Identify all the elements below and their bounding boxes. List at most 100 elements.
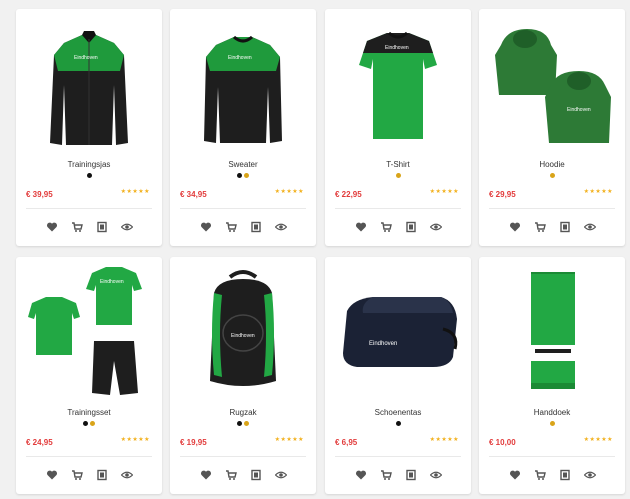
product-card[interactable]: Eindhoven Hoodie € 29,95 ★★★★★ (479, 9, 625, 246)
product-card[interactable]: Eindhoven Sweater € 34,95 ★★★★★ (170, 9, 316, 246)
quick-view-button[interactable] (274, 221, 287, 233)
heart-icon (46, 222, 57, 232)
product-actions (325, 469, 471, 481)
color-swatch[interactable] (86, 173, 92, 178)
cart-icon (71, 222, 83, 232)
product-card[interactable]: Handdoek € 10,00 ★★★★★ (479, 257, 625, 494)
color-options (16, 173, 162, 178)
product-name[interactable]: Hoodie (479, 160, 625, 169)
product-grid: Eindhoven Trainingsjas € 39,95 ★★★★★ Ein… (0, 0, 630, 499)
quick-view-button[interactable] (583, 221, 596, 233)
quick-view-button[interactable] (274, 469, 287, 481)
svg-text:Eindhoven: Eindhoven (74, 55, 98, 61)
divider (335, 208, 461, 209)
color-swatch[interactable] (549, 173, 555, 178)
eye-icon (429, 471, 442, 479)
compare-button[interactable] (558, 221, 571, 233)
compare-button[interactable] (558, 469, 571, 481)
color-swatch[interactable] (244, 421, 249, 426)
product-card[interactable]: Eindhoven T-Shirt € 22,95 ★★★★★ (325, 9, 471, 246)
wishlist-button[interactable] (354, 469, 367, 481)
product-card[interactable]: Eindhoven Trainingsjas € 39,95 ★★★★★ (16, 9, 162, 246)
wishlist-button[interactable] (45, 469, 58, 481)
svg-text:Eindhoven: Eindhoven (385, 45, 409, 51)
product-image-towel[interactable] (487, 263, 617, 403)
product-name[interactable]: Sweater (170, 160, 316, 169)
wishlist-button[interactable] (45, 221, 58, 233)
quick-view-button[interactable] (120, 469, 133, 481)
product-card[interactable]: Eindhoven Trainingsset € 24,95 ★★★★★ (16, 257, 162, 494)
quick-view-button[interactable] (120, 221, 133, 233)
color-swatch[interactable] (549, 421, 555, 426)
product-image-tshirt[interactable]: Eindhoven (333, 15, 463, 155)
compare-button[interactable] (95, 221, 108, 233)
product-name[interactable]: Rugzak (170, 408, 316, 417)
product-image-sweater[interactable]: Eindhoven (178, 15, 308, 155)
rating-stars: ★★★★★ (120, 437, 150, 443)
cart-icon (380, 222, 392, 232)
add-to-cart-button[interactable] (224, 221, 237, 233)
product-card[interactable]: Eindhoven Schoenentas € 6,95 ★★★★★ (325, 257, 471, 494)
add-to-cart-button[interactable] (533, 221, 546, 233)
add-to-cart-button[interactable] (224, 469, 237, 481)
color-swatch[interactable] (90, 421, 95, 426)
product-actions (170, 221, 316, 233)
color-swatch[interactable] (244, 173, 249, 178)
eye-icon (274, 471, 287, 479)
product-price: € 34,95 (180, 190, 207, 199)
product-name[interactable]: Schoenentas (325, 408, 471, 417)
color-swatch[interactable] (237, 173, 242, 178)
divider (180, 456, 306, 457)
quick-view-button[interactable] (429, 469, 442, 481)
quick-view-button[interactable] (429, 221, 442, 233)
add-to-cart-button[interactable] (379, 469, 392, 481)
compare-button[interactable] (404, 469, 417, 481)
compare-button[interactable] (404, 221, 417, 233)
heart-icon (355, 470, 366, 480)
compare-icon (559, 221, 570, 233)
product-price: € 6,95 (335, 438, 358, 447)
product-name[interactable]: Trainingsjas (16, 160, 162, 169)
product-price: € 29,95 (489, 190, 516, 199)
product-name[interactable]: Handdoek (479, 408, 625, 417)
product-card[interactable]: Eindhoven Rugzak € 19,95 ★★★★★ (170, 257, 316, 494)
cart-icon (380, 470, 392, 480)
svg-text:Eindhoven: Eindhoven (369, 341, 397, 347)
product-image-training-set[interactable]: Eindhoven (24, 263, 154, 403)
heart-icon (46, 470, 57, 480)
product-image-track-jacket[interactable]: Eindhoven (24, 15, 154, 155)
color-options (325, 421, 471, 426)
color-swatch[interactable] (237, 421, 242, 426)
product-image-shoe-bag[interactable]: Eindhoven (333, 263, 463, 403)
color-swatch[interactable] (395, 421, 401, 426)
color-swatch[interactable] (395, 173, 401, 178)
rating-stars: ★★★★★ (583, 189, 613, 195)
add-to-cart-button[interactable] (379, 221, 392, 233)
rating-stars: ★★★★★ (274, 189, 304, 195)
divider (335, 456, 461, 457)
add-to-cart-button[interactable] (70, 469, 83, 481)
compare-button[interactable] (249, 469, 262, 481)
add-to-cart-button[interactable] (533, 469, 546, 481)
wishlist-button[interactable] (354, 221, 367, 233)
wishlist-button[interactable] (199, 469, 212, 481)
divider (489, 456, 615, 457)
product-actions (16, 221, 162, 233)
add-to-cart-button[interactable] (70, 221, 83, 233)
eye-icon (583, 223, 596, 231)
product-name[interactable]: T-Shirt (325, 160, 471, 169)
compare-button[interactable] (249, 221, 262, 233)
quick-view-button[interactable] (583, 469, 596, 481)
svg-text:Eindhoven: Eindhoven (228, 55, 252, 61)
color-swatch[interactable] (83, 421, 88, 426)
rating-stars: ★★★★★ (583, 437, 613, 443)
wishlist-button[interactable] (508, 469, 521, 481)
product-image-hoodies[interactable]: Eindhoven (487, 15, 617, 155)
product-image-backpack[interactable]: Eindhoven (178, 263, 308, 403)
eye-icon (429, 223, 442, 231)
product-name[interactable]: Trainingsset (16, 408, 162, 417)
wishlist-button[interactable] (508, 221, 521, 233)
compare-icon (96, 221, 107, 233)
wishlist-button[interactable] (199, 221, 212, 233)
compare-button[interactable] (95, 469, 108, 481)
